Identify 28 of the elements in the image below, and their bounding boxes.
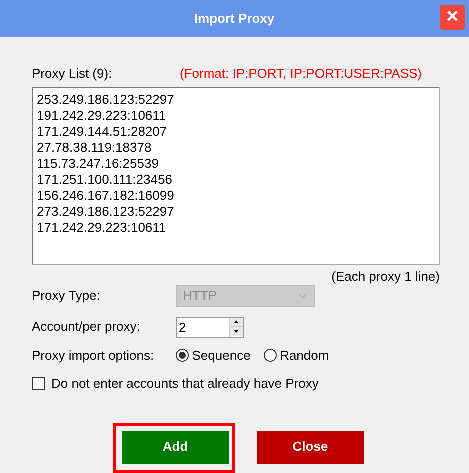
close-button[interactable]: ✕	[440, 5, 465, 30]
radio-label: Sequence	[192, 346, 251, 365]
radio-label: Random	[280, 346, 330, 364]
proxy-entry: 171.249.144.51:28207	[37, 124, 168, 140]
proxy-entry: 273.249.186.123:52297	[37, 204, 176, 220]
proxy-entry: 156.246.167.182:16099	[37, 188, 176, 204]
proxy-entry: 115.73.247.16:25539	[37, 156, 160, 172]
proxy-entry: 27.78.38.119:18378	[37, 140, 153, 156]
add-button[interactable]: Add	[122, 430, 229, 464]
chevron-down-icon	[298, 292, 308, 298]
checkbox-label: Do not enter accounts that already have Proxy	[52, 375, 319, 393]
proxy-entry: 171.251.100.111:23456	[37, 172, 174, 188]
checkbox[interactable]	[32, 377, 45, 390]
proxy-type-label: Proxy Type:	[32, 286, 102, 305]
proxy-entry: 171.242.29.223:10611	[37, 220, 168, 236]
proxy-entry: 191.242.29.223:10611	[37, 108, 168, 124]
proxy-list-field[interactable]: 253.249.186.123:52297 191.242.29.223:10611 171.249.144.51:28207 27.78.38.119:18378 115.73.247.16:25539 171.251.100.111:23456 156.246.167.182:16099 273.249.186.123:52297 171.242.29.223:10611	[32, 86, 440, 264]
radio-button[interactable]	[264, 348, 277, 362]
proxy-line-note: (Each proxy 1 line)	[332, 270, 440, 282]
account-spinner[interactable]: 2	[176, 316, 244, 338]
window-title: Import Proxy	[194, 10, 275, 28]
format-hint: (Format: IP:PORT, IP:PORT:USER:PASS)	[180, 65, 422, 83]
close-button[interactable]: Close	[257, 430, 364, 464]
radio-button[interactable]	[176, 348, 189, 362]
import-options-label: Proxy import options:	[32, 346, 156, 365]
account-per-proxy-label: Account/per proxy:	[32, 318, 142, 336]
proxy-list-label: Proxy List (9):	[32, 65, 114, 83]
proxy-entry: 253.249.186.123:52297	[37, 92, 176, 108]
